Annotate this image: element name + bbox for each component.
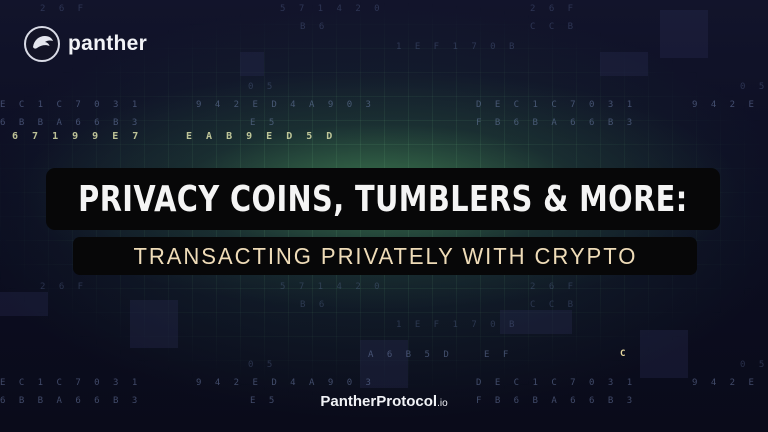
footer-domain: PantherProtocol <box>320 393 438 410</box>
subheadline-banner: TRANSACTING PRIVATELY WITH CRYPTO <box>73 237 697 275</box>
footer-website-link[interactable]: PantherProtocol.io <box>0 393 768 410</box>
brand-name: panther <box>68 32 148 55</box>
background-code: D E C 1 C 7 0 3 1 <box>476 378 637 388</box>
background-tile <box>130 300 178 348</box>
background-code: A 6 B 5 D <box>368 350 453 360</box>
background-code: E C 1 C 7 0 3 1 <box>0 378 142 388</box>
panther-logo-icon <box>24 26 60 62</box>
background-code: B 6 <box>300 22 329 32</box>
background-code: 9 4 2 E D 4 A 9 0 3 <box>196 378 375 388</box>
background-code: 2 6 F <box>530 4 578 14</box>
subheadline: TRANSACTING PRIVATELY WITH CRYPTO <box>133 242 637 269</box>
background-code: E C 1 C 7 0 3 1 <box>0 100 142 110</box>
background-tile <box>0 292 48 316</box>
headline-banner: PRIVACY COINS, TUMBLERS & MORE: <box>46 168 720 230</box>
background-code: C C B <box>530 300 578 310</box>
background-code: C <box>620 349 630 359</box>
background-code: 9 4 2 E <box>692 100 758 110</box>
headline: PRIVACY COINS, TUMBLERS & MORE: <box>78 178 688 220</box>
background-code: 9 4 2 E D 4 A 9 0 3 <box>196 100 375 110</box>
background-tile <box>640 330 688 378</box>
background-tile <box>660 10 708 58</box>
background-code: 6 B B A 6 6 B 3 <box>0 118 142 128</box>
background-code: 6 7 1 9 9 E 7 <box>12 131 143 142</box>
background-tile <box>240 52 264 76</box>
brand-logo[interactable]: panther <box>24 26 147 62</box>
banner-canvas: 2 6 F 5 7 1 4 2 0 2 6 F B 6 C C B 1 E F … <box>0 0 768 432</box>
background-code: 2 6 F <box>40 282 88 292</box>
background-code: F B 6 B A 6 6 B 3 <box>476 118 637 128</box>
background-code: C C B <box>530 22 578 32</box>
background-code: 0 5 <box>740 82 768 92</box>
background-code: 2 6 F <box>530 282 578 292</box>
background-code: 1 E F 1 7 0 B <box>396 320 519 330</box>
background-code: E 5 <box>250 118 279 128</box>
background-code: E F <box>484 350 513 360</box>
background-code: 0 5 <box>740 360 768 370</box>
background-code: B 6 <box>300 300 329 310</box>
background-code: E A B 9 E D 5 D <box>186 131 337 142</box>
background-code: 9 4 2 E <box>692 378 758 388</box>
panther-head-icon <box>33 36 53 49</box>
background-code: 0 5 <box>248 360 277 370</box>
footer-tld: .io <box>437 398 448 409</box>
background-tile <box>600 52 648 76</box>
background-code: D E C 1 C 7 0 3 1 <box>476 100 637 110</box>
background-code: 5 7 1 4 2 0 <box>280 282 384 292</box>
background-code: 5 7 1 4 2 0 <box>280 4 384 14</box>
background-code: 1 E F 1 7 0 B <box>396 42 519 52</box>
background-code: 2 6 F <box>40 4 88 14</box>
background-code: 0 5 <box>248 82 277 92</box>
